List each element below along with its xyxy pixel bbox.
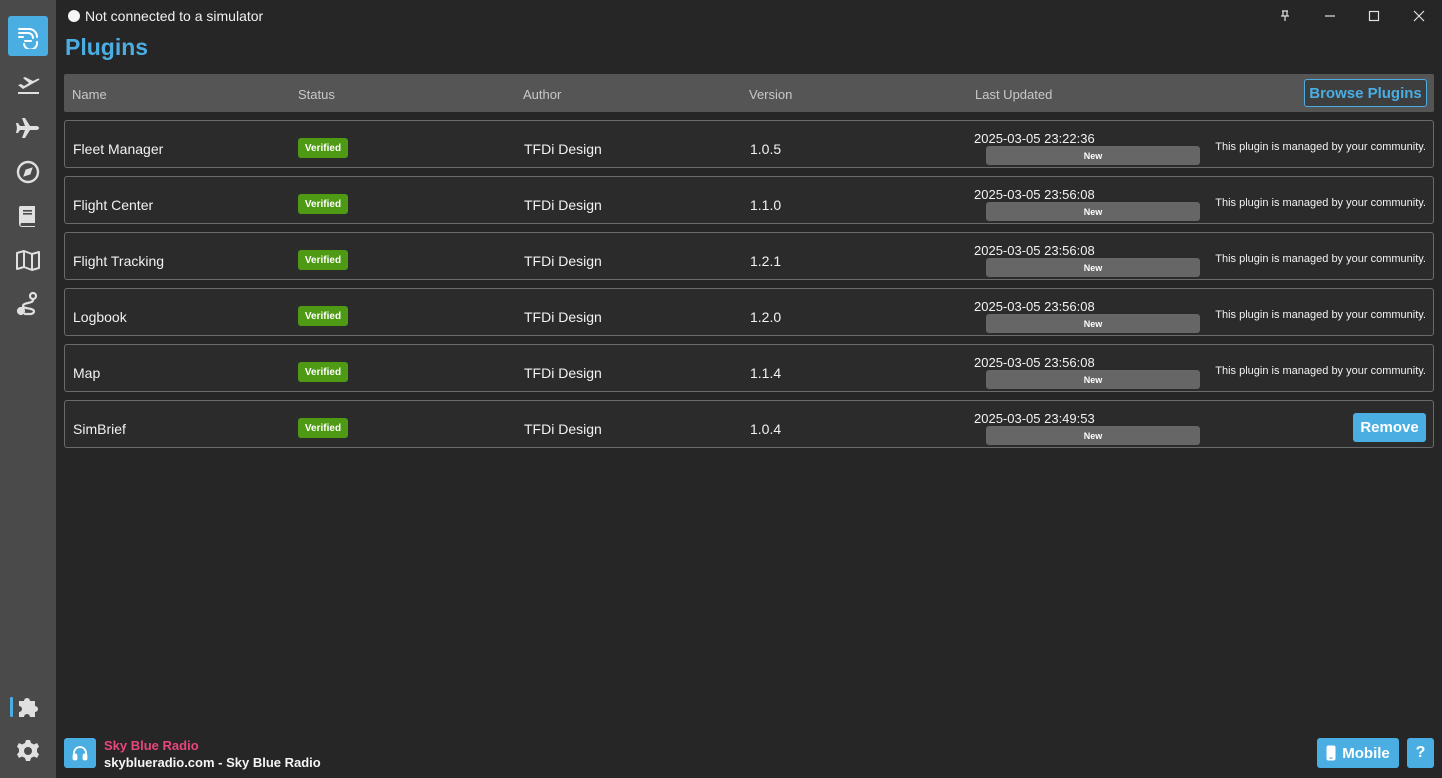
- header-status: Status: [298, 87, 335, 102]
- new-tag: New: [986, 426, 1200, 445]
- status-badge: Verified: [298, 362, 348, 382]
- plugin-name: Flight Tracking: [73, 253, 165, 269]
- table-row: Fleet Manager Verified TFDi Design 1.0.5…: [64, 120, 1434, 168]
- plugin-name: SimBrief: [73, 421, 126, 437]
- status-badge: Verified: [298, 194, 348, 214]
- connection-status-text: Not connected to a simulator: [85, 8, 264, 24]
- plugin-version: 1.0.4: [750, 421, 782, 437]
- new-tag: New: [986, 314, 1200, 333]
- plugin-author: TFDi Design: [524, 421, 602, 437]
- managed-note: This plugin is managed by your community…: [1215, 197, 1426, 209]
- puzzle-icon: [19, 698, 38, 717]
- sidebar: [0, 0, 56, 778]
- plugin-updated: 2025-03-05 23:56:08: [974, 355, 1095, 370]
- mobile-label: Mobile: [1342, 744, 1390, 762]
- sidebar-item-plugins[interactable]: [8, 687, 48, 727]
- compass-icon: [16, 160, 40, 184]
- maximize-button[interactable]: [1363, 6, 1385, 26]
- sidebar-item-navigation[interactable]: [8, 152, 48, 192]
- plugin-version: 1.0.5: [750, 141, 782, 157]
- new-tag: New: [986, 146, 1200, 165]
- route-icon: [16, 291, 38, 316]
- departure-icon: [18, 77, 40, 94]
- status-badge: Verified: [298, 138, 348, 158]
- pin-button[interactable]: [1274, 6, 1296, 26]
- status-badge: Verified: [298, 250, 348, 270]
- header-author: Author: [523, 87, 562, 102]
- new-tag: New: [986, 258, 1200, 277]
- page-title: Plugins: [65, 34, 149, 60]
- new-tag: New: [986, 370, 1200, 389]
- phone-icon: [1326, 745, 1336, 761]
- radio-button[interactable]: [64, 738, 96, 768]
- main-panel: Not connected to a simulator Plugins Nam…: [56, 0, 1442, 778]
- minimize-icon: [1325, 15, 1335, 17]
- managed-note: This plugin is managed by your community…: [1215, 365, 1426, 377]
- sidebar-item-logbook[interactable]: [8, 196, 48, 236]
- close-icon: [1413, 10, 1425, 22]
- sidebar-item-settings[interactable]: [8, 731, 48, 771]
- title-bar: Not connected to a simulator: [56, 0, 1442, 32]
- headphones-icon: [72, 746, 88, 761]
- plugin-updated: 2025-03-05 23:56:08: [974, 299, 1095, 314]
- sidebar-item-aircraft[interactable]: [8, 108, 48, 148]
- plugin-name: Logbook: [73, 309, 127, 325]
- header-name: Name: [72, 87, 107, 102]
- header-last-updated: Last Updated: [975, 87, 1053, 102]
- plugin-author: TFDi Design: [524, 309, 602, 325]
- managed-note: This plugin is managed by your community…: [1215, 253, 1426, 265]
- plugin-updated: 2025-03-05 23:56:08: [974, 243, 1095, 258]
- plugin-updated: 2025-03-05 23:49:53: [974, 411, 1095, 426]
- plugin-author: TFDi Design: [524, 253, 602, 269]
- plugin-author: TFDi Design: [524, 365, 602, 381]
- book-icon: [18, 206, 35, 227]
- connection-status: Not connected to a simulator: [68, 8, 263, 24]
- help-button[interactable]: ?: [1407, 738, 1434, 768]
- sidebar-item-flights[interactable]: [8, 64, 48, 104]
- maximize-icon: [1368, 10, 1380, 22]
- plugin-name: Map: [73, 365, 101, 381]
- table-row: Logbook Verified TFDi Design 1.2.0 2025-…: [64, 288, 1434, 336]
- remove-button[interactable]: Remove: [1353, 413, 1426, 442]
- plugin-author: TFDi Design: [524, 197, 602, 213]
- plugin-updated: 2025-03-05 23:22:36: [974, 131, 1095, 146]
- table-row: SimBrief Verified TFDi Design 1.0.4 2025…: [64, 400, 1434, 448]
- plugin-name: Flight Center: [73, 197, 154, 213]
- status-badge: Verified: [298, 306, 348, 326]
- minimize-button[interactable]: [1319, 6, 1341, 26]
- managed-note: This plugin is managed by your community…: [1215, 141, 1426, 153]
- close-button[interactable]: [1408, 6, 1430, 26]
- plugin-version: 1.2.0: [750, 309, 782, 325]
- status-badge: Verified: [298, 418, 348, 438]
- gear-icon: [17, 740, 39, 761]
- table-row: Flight Center Verified TFDi Design 1.1.0…: [64, 176, 1434, 224]
- table-row: Flight Tracking Verified TFDi Design 1.2…: [64, 232, 1434, 280]
- plugin-author: TFDi Design: [524, 141, 602, 157]
- header-version: Version: [749, 87, 793, 102]
- browse-plugins-button[interactable]: Browse Plugins: [1304, 79, 1427, 107]
- status-dot-icon: [68, 10, 80, 22]
- sidebar-item-route[interactable]: [8, 284, 48, 324]
- plugin-name: Fleet Manager: [73, 141, 164, 157]
- plugin-version: 1.1.4: [750, 365, 782, 381]
- map-icon: [16, 250, 40, 271]
- smartcars-logo-icon: [18, 28, 39, 49]
- plugin-version: 1.2.1: [750, 253, 782, 269]
- plane-icon: [16, 118, 39, 138]
- plugin-version: 1.1.0: [750, 197, 782, 213]
- new-tag: New: [986, 202, 1200, 221]
- radio-station-name[interactable]: Sky Blue Radio: [104, 738, 199, 753]
- mobile-button[interactable]: Mobile: [1317, 738, 1399, 768]
- pin-icon: [1281, 10, 1289, 21]
- radio-station-info: skyblueradio.com - Sky Blue Radio: [104, 755, 321, 770]
- sidebar-item-home[interactable]: [8, 16, 48, 56]
- plugin-updated: 2025-03-05 23:56:08: [974, 187, 1095, 202]
- table-header: Name Status Author Version Last Updated …: [64, 74, 1434, 112]
- managed-note: This plugin is managed by your community…: [1215, 309, 1426, 321]
- sidebar-item-map[interactable]: [8, 240, 48, 280]
- table-row: Map Verified TFDi Design 1.1.4 2025-03-0…: [64, 344, 1434, 392]
